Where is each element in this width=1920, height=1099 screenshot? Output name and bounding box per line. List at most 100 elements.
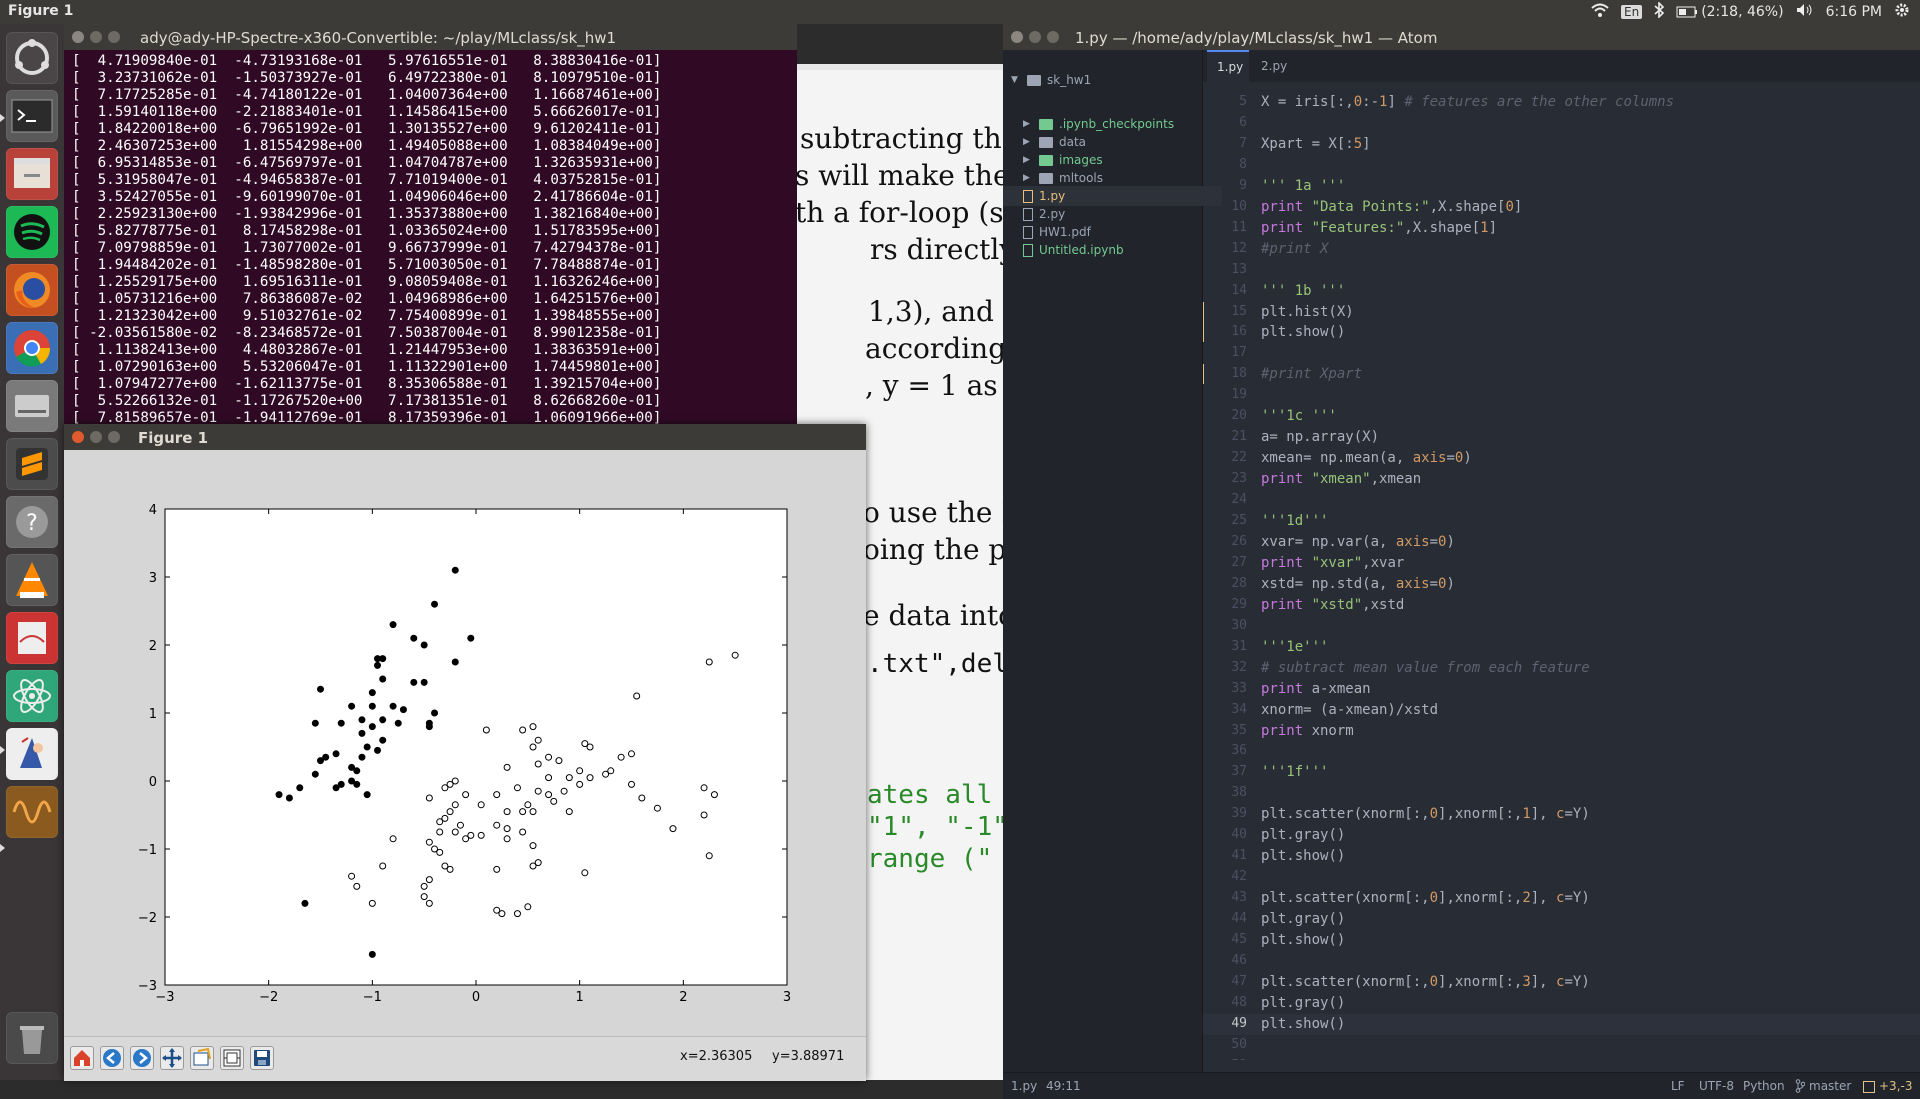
status-line-ending[interactable]: LF [1671, 1079, 1685, 1093]
code-line[interactable]: 21 a= np.array(X) [1203, 427, 1920, 448]
clock[interactable]: 6:16 PM [1826, 4, 1882, 20]
oscilloscope-icon[interactable] [6, 786, 58, 838]
code-line[interactable]: 37 '''1f''' [1203, 762, 1920, 783]
code-line[interactable]: 7 Xpart = X[:5] [1203, 134, 1920, 155]
code-line[interactable]: 45 plt.show() [1203, 930, 1920, 951]
code-line[interactable]: 41 plt.show() [1203, 846, 1920, 867]
code-line[interactable]: 23 print "xmean",xmean [1203, 469, 1920, 490]
tree-item-2-py[interactable]: 2.py [1023, 204, 1065, 224]
terminal-window[interactable]: ady@ady-HP-Spectre-x360-Convertible: ~/p… [64, 24, 797, 427]
code-line[interactable]: 6 [1203, 113, 1920, 134]
code-line[interactable]: 34 xnorm= (a-xmean)/xstd [1203, 700, 1920, 721]
volume-icon[interactable] [1796, 3, 1814, 21]
minimize-button[interactable] [90, 31, 102, 43]
code-line[interactable]: 30 [1203, 616, 1920, 637]
status-git-diff[interactable]: +3,-3 [1863, 1079, 1912, 1093]
tree-item-data[interactable]: ▶ data [1023, 132, 1086, 152]
plot-canvas[interactable]: −3 −2 −1 0 1 2 3 −3 −2 −1 0 1 2 3 4 [64, 450, 866, 1036]
code-line[interactable]: 25 '''1d''' [1203, 511, 1920, 532]
code-line[interactable]: 18 #print Xpart [1203, 364, 1920, 385]
sublime-text-icon[interactable] [6, 438, 58, 490]
spotify-icon[interactable] [6, 206, 58, 258]
code-line[interactable]: 43 plt.scatter(xnorm[:,0],xnorm[:,2], c=Y… [1203, 888, 1920, 909]
code-line[interactable]: 10 print "Data Points:",X.shape[0] [1203, 197, 1920, 218]
figure-window[interactable]: Figure 1 −3 −2 −1 0 1 2 3 −3 −2 −1 0 1 2 3 4 x=2.36305… [64, 424, 866, 1081]
pan-icon[interactable] [160, 1046, 184, 1070]
figure-titlebar[interactable]: Figure 1 [64, 424, 866, 450]
code-line[interactable]: 14 ''' 1b ''' [1203, 281, 1920, 302]
tree-item-hw1-pdf[interactable]: HW1.pdf [1023, 222, 1091, 242]
code-line[interactable]: 35 print xnorm [1203, 721, 1920, 742]
tree-item-images[interactable]: ▶ images [1023, 150, 1103, 170]
wifi-icon[interactable] [1591, 3, 1609, 21]
code-line[interactable]: 20 '''1c ''' [1203, 406, 1920, 427]
code-line[interactable]: 40 plt.gray() [1203, 825, 1920, 846]
back-arrow-icon[interactable] [100, 1046, 124, 1070]
maximize-button[interactable] [108, 431, 120, 443]
code-line[interactable]: 51 [1203, 1056, 1920, 1060]
maximize-button[interactable] [1047, 31, 1059, 43]
code-line[interactable]: 15 plt.hist(X) [1203, 301, 1920, 323]
tab-1py[interactable]: 1.py [1207, 50, 1249, 82]
tree-item-1-py[interactable]: 1.py [1003, 186, 1222, 206]
close-button[interactable] [1011, 31, 1023, 43]
scatter-plot[interactable]: −3 −2 −1 0 1 2 3 −3 −2 −1 0 1 2 3 4 [64, 450, 866, 1036]
code-line[interactable]: 32 # subtract mean value from each featur… [1203, 658, 1920, 679]
status-encoding[interactable]: UTF-8 [1699, 1079, 1734, 1093]
tree-item-mltools[interactable]: ▶ mltools [1023, 168, 1103, 188]
code-line[interactable]: 13 [1203, 260, 1920, 281]
code-line[interactable]: 9 ''' 1a ''' [1203, 176, 1920, 197]
code-editor[interactable]: 5X = iris[:,0:-1] # features are the oth… [1203, 82, 1920, 1060]
code-line[interactable]: 29 print "xstd",xstd [1203, 595, 1920, 616]
code-line[interactable]: 31 '''1e''' [1203, 637, 1920, 658]
trash-icon[interactable] [6, 1012, 58, 1064]
tree-root-folder[interactable]: ▼ sk_hw1 [1011, 70, 1091, 90]
code-line[interactable]: 49 plt.show() [1203, 1013, 1920, 1035]
code-line[interactable]: 50 [1203, 1035, 1920, 1056]
code-line[interactable]: 19 [1203, 385, 1920, 406]
code-line[interactable]: 48 plt.gray() [1203, 993, 1920, 1014]
bluetooth-icon[interactable] [1654, 1, 1665, 22]
keyboard-language-indicator[interactable]: En [1621, 5, 1643, 19]
vlc-icon[interactable] [6, 554, 58, 606]
code-line[interactable]: 26 xvar= np.var(a, axis=0) [1203, 532, 1920, 553]
code-line[interactable]: 42 [1203, 867, 1920, 888]
code-line[interactable]: 46 [1203, 951, 1920, 972]
status-grammar[interactable]: Python [1743, 1079, 1785, 1093]
code-line[interactable]: 39 plt.scatter(xnorm[:,0],xnorm[:,1], c=Y… [1203, 804, 1920, 825]
forward-arrow-icon[interactable] [130, 1046, 154, 1070]
disk-drive-icon[interactable] [6, 380, 58, 432]
close-button[interactable] [72, 31, 84, 43]
save-icon[interactable] [250, 1046, 274, 1070]
firefox-icon[interactable] [6, 264, 58, 316]
code-line[interactable]: 17 [1203, 343, 1920, 364]
code-line[interactable]: 16 plt.show() [1203, 322, 1920, 343]
atom-icon[interactable] [6, 670, 58, 722]
code-line[interactable]: 28 xstd= np.std(a, axis=0) [1203, 574, 1920, 595]
terminal-titlebar[interactable]: ady@ady-HP-Spectre-x360-Convertible: ~/p… [64, 24, 797, 50]
code-line[interactable]: 27 print "xvar",xvar [1203, 553, 1920, 574]
battery-indicator[interactable]: (2:18, 46%) [1676, 4, 1784, 20]
configure-subplots-icon[interactable] [220, 1046, 244, 1070]
status-file-name[interactable]: 1.py [1011, 1079, 1037, 1093]
code-line[interactable]: 8 [1203, 155, 1920, 176]
code-line[interactable]: 36 [1203, 741, 1920, 762]
tab-2py[interactable]: 2.py [1251, 50, 1311, 82]
tree-item-untitled-ipynb[interactable]: Untitled.ipynb [1023, 240, 1124, 260]
code-line[interactable]: 12 #print X [1203, 239, 1920, 260]
terminal-output[interactable]: [ 4.71909840e-01 -4.73193168e-01 5.97616… [64, 50, 797, 427]
help-icon[interactable]: ? [6, 496, 58, 548]
minimize-button[interactable] [1029, 31, 1041, 43]
tree-item-ipynb-checkpoints[interactable]: ▶ .ipynb_checkpoints [1023, 114, 1174, 134]
maximize-button[interactable] [108, 31, 120, 43]
code-line[interactable]: 33 print a-xmean [1203, 679, 1920, 700]
code-line[interactable]: 5 X = iris[:,0:-1] # features are the oth… [1203, 92, 1920, 113]
minimize-button[interactable] [90, 431, 102, 443]
chrome-icon[interactable] [6, 322, 58, 374]
code-line[interactable]: 44 plt.gray() [1203, 909, 1920, 930]
code-line[interactable]: 22 xmean= np.mean(a, axis=0) [1203, 448, 1920, 469]
ubuntu-dash-icon[interactable] [6, 32, 58, 84]
code-line[interactable]: 11 print "Features:",X.shape[1] [1203, 218, 1920, 239]
files-icon[interactable] [6, 148, 58, 200]
settings-gear-icon[interactable] [1894, 2, 1910, 22]
